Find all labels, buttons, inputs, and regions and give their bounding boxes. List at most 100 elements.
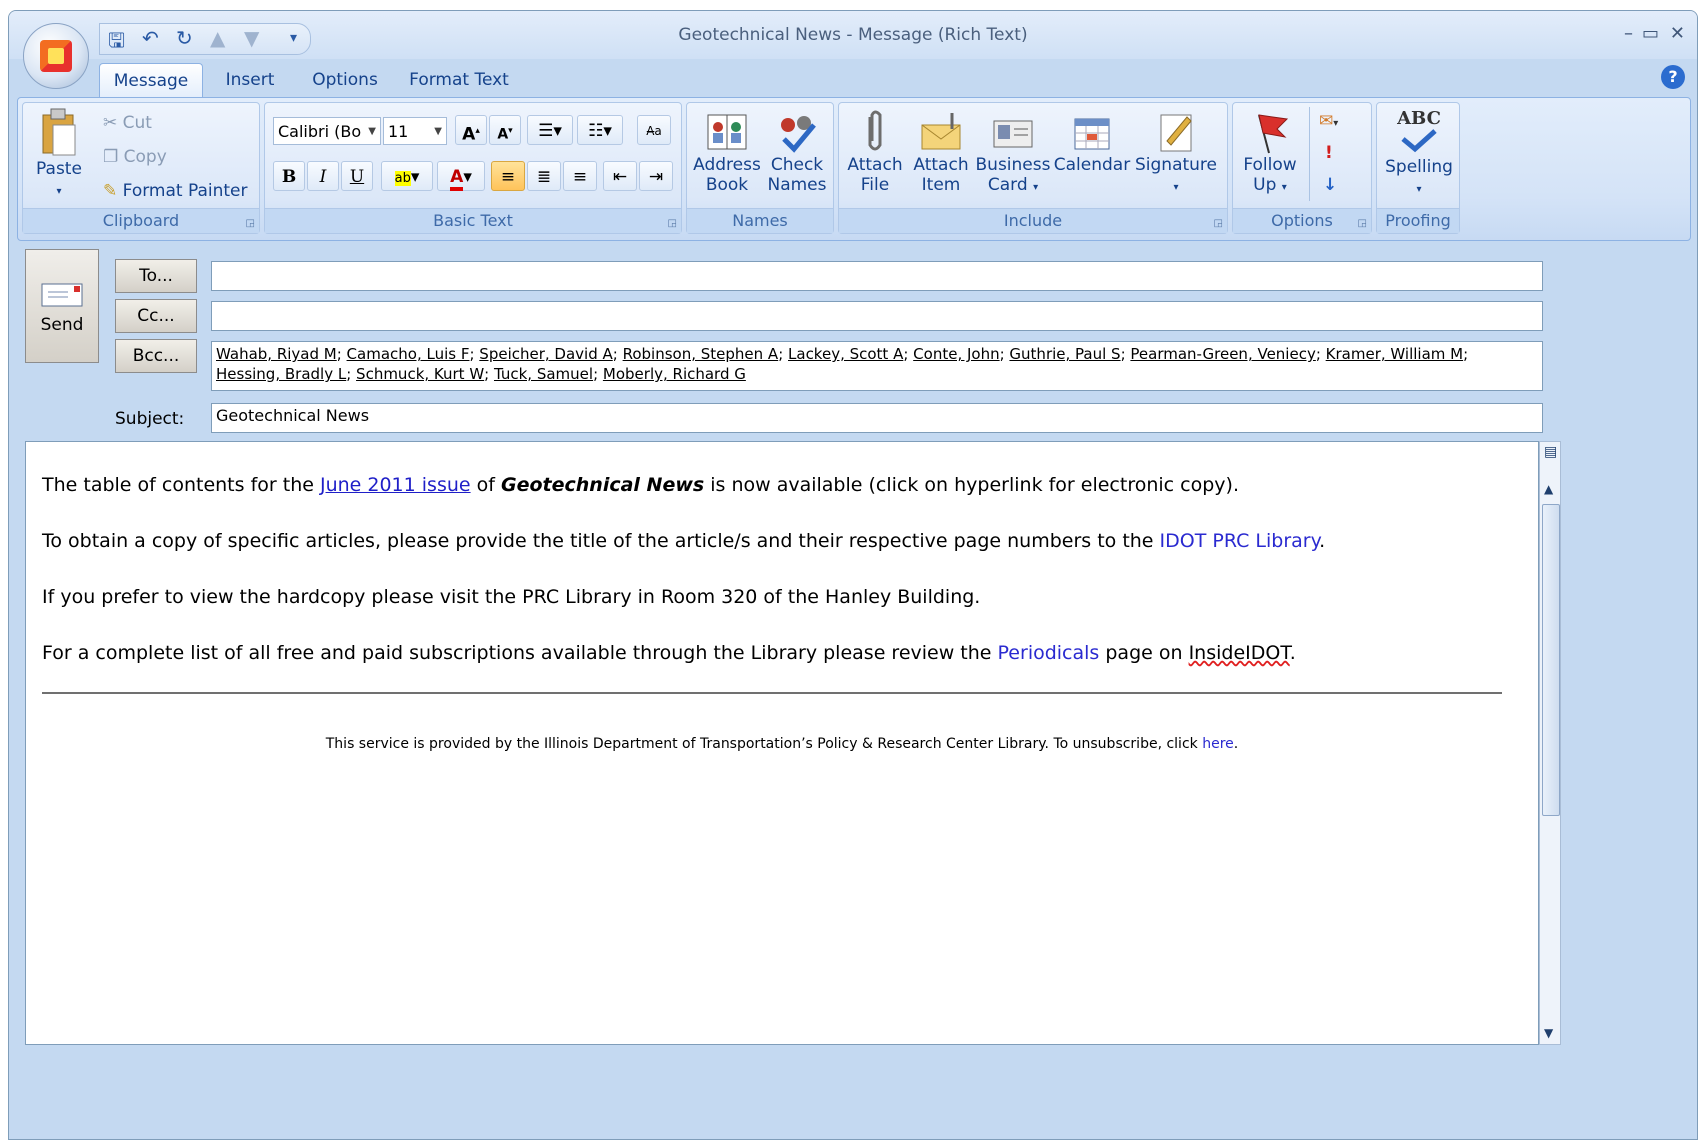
attach-item-button[interactable]: Attach Item (909, 109, 973, 195)
increase-indent-button[interactable]: ⇥ (639, 161, 673, 191)
proofing-group: ABC Spelling ▾ Proofing (1376, 102, 1460, 234)
attach-file-button[interactable]: Attach File (843, 109, 907, 195)
cc-button[interactable]: Cc... (115, 299, 197, 333)
recipient[interactable]: Guthrie, Paul S (1009, 345, 1120, 363)
spelling-check-icon: ABC (1379, 109, 1459, 157)
tab-format-text[interactable]: Format Text (399, 63, 519, 97)
vertical-scrollbar[interactable]: ▤ ▲ ▼ (1539, 441, 1561, 1045)
tab-insert[interactable]: Insert (211, 63, 289, 97)
business-card-icon (993, 120, 1033, 148)
close-icon[interactable]: ✕ (1670, 23, 1685, 44)
proofing-label: Proofing (1377, 208, 1459, 233)
recipient[interactable]: Conte, John (913, 345, 999, 363)
business-card-label-1: Business (975, 155, 1051, 175)
divider (1309, 107, 1310, 201)
unsubscribe-link[interactable]: here (1202, 736, 1234, 752)
scroll-thumb[interactable] (1542, 504, 1560, 816)
check-names-button[interactable]: Check Names (763, 109, 831, 195)
minimize-icon[interactable]: – (1624, 23, 1633, 44)
dialog-launcher-icon[interactable]: ◲ (246, 218, 255, 229)
address-book-button[interactable]: Address Book (691, 109, 763, 195)
calendar-icon (1074, 118, 1110, 150)
scroll-up-icon[interactable]: ▲ (1544, 482, 1553, 496)
tab-options[interactable]: Options (303, 63, 387, 97)
bullets-button[interactable]: ☰▾ (527, 115, 573, 145)
bold-button[interactable]: B (273, 161, 305, 191)
underline-button[interactable]: U (341, 161, 373, 191)
cut-label: Cut (122, 113, 152, 133)
dialog-launcher-icon[interactable]: ◲ (1214, 218, 1223, 229)
chevron-down-icon: ▼ (368, 126, 376, 137)
recipient[interactable]: Schmuck, Kurt W (356, 365, 484, 383)
recipient[interactable]: Kramer, William M (1326, 345, 1463, 363)
cc-field[interactable] (211, 301, 1543, 331)
business-card-label-2: Card (987, 175, 1028, 195)
font-color-button[interactable]: A▾ (437, 161, 485, 191)
send-button[interactable]: Send (25, 249, 99, 363)
spelling-button[interactable]: ABC Spelling ▾ (1379, 109, 1459, 200)
highlight-button[interactable]: ab▾ (381, 161, 433, 191)
message-body[interactable]: The table of contents for the June 2011 … (25, 441, 1539, 1045)
address-label-1: Address (693, 155, 761, 175)
recipient[interactable]: Pearman-Green, Veniecy (1130, 345, 1315, 363)
numbering-button[interactable]: ☷▾ (577, 115, 623, 145)
calendar-label: Calendar (1053, 155, 1131, 175)
align-right-button[interactable]: ≡ (563, 161, 597, 191)
italic-button[interactable]: I (307, 161, 339, 191)
grow-font-button[interactable]: A▴ (455, 115, 487, 145)
recipient[interactable]: Moberly, Richard G (603, 365, 746, 383)
recipient[interactable]: Hessing, Bradly L (216, 365, 346, 383)
chevron-down-icon: ▾ (56, 186, 62, 197)
recipient[interactable]: Tuck, Samuel (494, 365, 593, 383)
subject-field[interactable]: Geotechnical News (211, 403, 1543, 433)
shrink-font-button[interactable]: A▾ (489, 115, 521, 145)
font-color-icon: A (450, 167, 464, 191)
recipient[interactable]: Camacho, Luis F (347, 345, 470, 363)
align-left-button[interactable]: ≡ (491, 161, 525, 191)
recipient[interactable]: Wahab, Riyad M (216, 345, 337, 363)
recipient[interactable]: Robinson, Stephen A (623, 345, 779, 363)
signature-button[interactable]: Signature ▾ (1133, 109, 1219, 198)
bcc-field[interactable]: Wahab, Riyad M; Camacho, Luis F; Speiche… (211, 341, 1543, 391)
bcc-button[interactable]: Bcc... (115, 339, 197, 373)
high-importance-icon[interactable]: ! (1325, 143, 1333, 163)
permission-button[interactable]: ✉▾ (1319, 111, 1338, 131)
dialog-launcher-icon[interactable]: ◲ (668, 218, 677, 229)
scroll-down-icon[interactable]: ▼ (1544, 1026, 1553, 1040)
follow-up-button[interactable]: Follow Up ▾ (1237, 109, 1303, 198)
tab-message[interactable]: Message (99, 63, 203, 98)
flag-icon (1258, 114, 1289, 154)
june-2011-issue-link[interactable]: June 2011 issue (320, 474, 471, 496)
paste-button[interactable]: Paste ▾ (29, 107, 89, 202)
format-painter-button[interactable]: ✎ Format Painter (103, 181, 247, 201)
clipboard-group: Paste ▾ ✂ Cut ❐ Copy ✎ Format Painter Cl… (22, 102, 260, 234)
basic-text-group: Calibri (Bo ▼ 11 ▼ A▴ A▾ ☰▾ ☷▾ A̶a B I U… (264, 102, 682, 234)
signature-icon (1160, 114, 1192, 152)
to-button[interactable]: To... (115, 259, 197, 293)
font-size-combo[interactable]: 11 ▼ (383, 117, 447, 145)
options-label: Options (1233, 208, 1371, 233)
help-icon[interactable]: ? (1661, 65, 1685, 89)
idot-prc-library-link[interactable]: IDOT PRC Library (1160, 530, 1320, 552)
subject-label: Subject: (115, 409, 185, 429)
follow-up-label-2: Up (1253, 175, 1277, 195)
copy-button[interactable]: ❐ Copy (103, 147, 167, 167)
ruler-toggle-icon[interactable]: ▤ (1544, 444, 1557, 460)
cut-button[interactable]: ✂ Cut (103, 113, 152, 133)
calendar-button[interactable]: Calendar (1053, 109, 1131, 175)
recipient[interactable]: Lackey, Scott A (788, 345, 903, 363)
maximize-icon[interactable]: ▭ (1642, 23, 1659, 44)
office-button[interactable] (23, 23, 89, 89)
periodicals-link[interactable]: Periodicals (998, 642, 1100, 664)
font-name-combo[interactable]: Calibri (Bo ▼ (273, 117, 381, 145)
dialog-launcher-icon[interactable]: ◲ (1358, 218, 1367, 229)
low-importance-icon[interactable]: ↓ (1323, 175, 1337, 195)
business-card-button[interactable]: Business Card ▾ (975, 109, 1051, 198)
abc-label: ABC (1397, 108, 1441, 129)
align-center-button[interactable]: ≣ (527, 161, 561, 191)
recipient[interactable]: Speicher, David A (479, 345, 612, 363)
decrease-indent-button[interactable]: ⇤ (603, 161, 637, 191)
to-field[interactable] (211, 261, 1543, 291)
message-header: Send To... Cc... Bcc... Wahab, Riyad M; … (25, 249, 1691, 439)
styles-button[interactable]: A̶a (637, 115, 671, 145)
